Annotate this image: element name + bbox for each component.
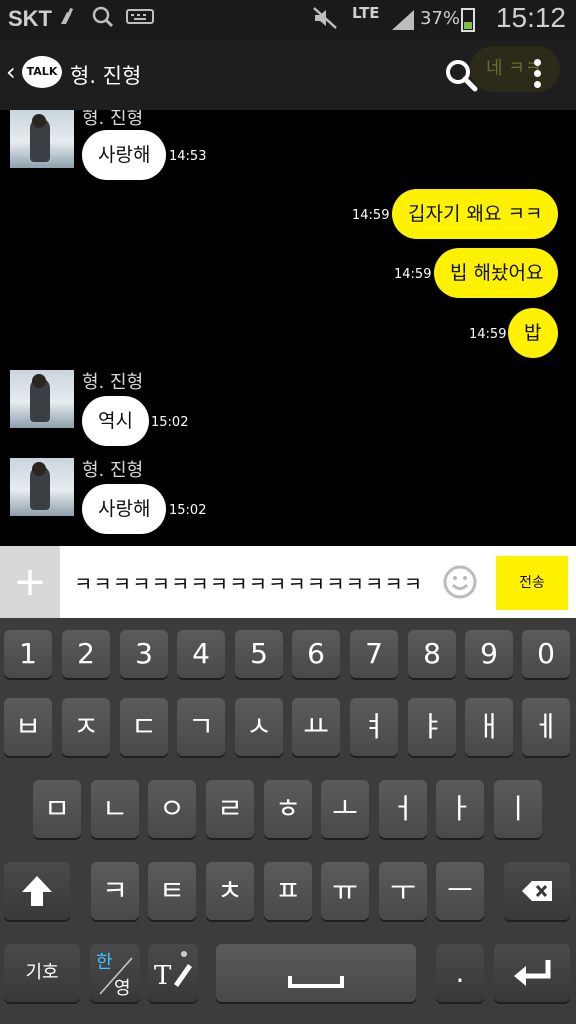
more-vertical-icon[interactable] bbox=[530, 56, 544, 92]
avatar[interactable] bbox=[10, 458, 74, 516]
symbols-key[interactable]: 기호 bbox=[4, 944, 80, 1002]
key-7[interactable]: 7 bbox=[350, 630, 398, 678]
back-arrow-icon[interactable]: ‹ bbox=[6, 58, 16, 86]
chat-title: 형. 진형 bbox=[70, 64, 142, 88]
key-bieup[interactable]: ㅂ bbox=[4, 698, 52, 756]
message-time: 14:59 bbox=[394, 267, 432, 282]
message-time: 15:02 bbox=[151, 415, 189, 430]
key-0[interactable]: 0 bbox=[522, 630, 570, 678]
key-e[interactable]: ㅔ bbox=[522, 698, 570, 756]
key-i[interactable]: ㅣ bbox=[494, 780, 542, 838]
key-4[interactable]: 4 bbox=[177, 630, 225, 678]
message-bubble-in[interactable]: 사랑해 bbox=[82, 484, 167, 534]
soft-keyboard: 1 2 3 4 5 6 7 8 9 0 ㅂ ㅈ ㄷ ㄱ ㅅ ㅛ ㅕ ㅑ ㅐ ㅔ … bbox=[0, 618, 576, 1024]
key-jieut[interactable]: ㅈ bbox=[62, 698, 110, 756]
key-u[interactable]: ㅜ bbox=[379, 862, 427, 920]
key-ya[interactable]: ㅑ bbox=[408, 698, 456, 756]
key-2[interactable]: 2 bbox=[62, 630, 110, 678]
enter-key[interactable] bbox=[494, 944, 570, 1002]
battery-icon bbox=[461, 8, 475, 32]
key-digeut[interactable]: ㄷ bbox=[120, 698, 168, 756]
message-input[interactable]: ㅋㅋㅋㅋㅋㅋㅋㅋㅋㅋㅋㅋㅋㅋㅋㅋㅋㅋ bbox=[74, 568, 423, 597]
key-siot[interactable]: ㅅ bbox=[235, 698, 283, 756]
carrier-label: SKT bbox=[8, 6, 52, 31]
key-eo[interactable]: ㅓ bbox=[379, 780, 427, 838]
message-bubble-in[interactable]: 역시 bbox=[82, 396, 149, 446]
handwriting-key[interactable]: T bbox=[148, 944, 198, 1002]
ghost-bubble: 네 ㅋㅋ bbox=[470, 46, 560, 92]
message-time: 15:02 bbox=[169, 503, 207, 518]
send-button[interactable]: 전송 bbox=[496, 556, 568, 610]
backspace-key[interactable] bbox=[504, 862, 570, 920]
status-bar: SKT LTE 37% 15:12 bbox=[0, 0, 576, 40]
key-chieut[interactable]: ㅊ bbox=[206, 862, 254, 920]
message-time: 14:53 bbox=[169, 149, 207, 164]
kakaotalk-logo[interactable]: TALK bbox=[22, 56, 62, 88]
search-status-icon bbox=[92, 6, 114, 33]
key-yeo[interactable]: ㅕ bbox=[350, 698, 398, 756]
message-bubble-out[interactable]: 밥 bbox=[508, 308, 558, 358]
key-hieut[interactable]: ㅎ bbox=[264, 780, 312, 838]
svg-text:T: T bbox=[154, 961, 172, 991]
key-rieul[interactable]: ㄹ bbox=[206, 780, 254, 838]
message-bubble-out[interactable]: 깁자기 왜요 ㅋㅋ bbox=[392, 189, 558, 239]
emoticon-icon[interactable] bbox=[442, 564, 478, 600]
avatar[interactable] bbox=[10, 370, 74, 428]
clean-icon bbox=[58, 6, 78, 31]
key-1[interactable]: 1 bbox=[4, 630, 52, 678]
key-yo[interactable]: ㅛ bbox=[292, 698, 340, 756]
message-input-bar: + ㅋㅋㅋㅋㅋㅋㅋㅋㅋㅋㅋㅋㅋㅋㅋㅋㅋㅋ 전송 bbox=[0, 546, 576, 618]
chat-header: 네 ㅋㅋ ‹ TALK 형. 진형 bbox=[0, 40, 576, 110]
key-mieum[interactable]: ㅁ bbox=[33, 780, 81, 838]
key-3[interactable]: 3 bbox=[120, 630, 168, 678]
chat-area[interactable]: 형. 진형 사랑해 14:53 14:59 깁자기 왜요 ㅋㅋ 14:59 빕 … bbox=[0, 110, 576, 546]
sender-name: 형. 진형 bbox=[82, 460, 144, 481]
search-icon[interactable] bbox=[444, 58, 478, 92]
key-8[interactable]: 8 bbox=[408, 630, 456, 678]
status-clock: 15:12 bbox=[495, 2, 566, 33]
key-kieuk[interactable]: ㅋ bbox=[91, 862, 139, 920]
key-o[interactable]: ㅗ bbox=[321, 780, 369, 838]
key-a[interactable]: ㅏ bbox=[436, 780, 484, 838]
network-label: LTE bbox=[352, 4, 380, 22]
message-time: 14:59 bbox=[469, 327, 507, 342]
key-yu[interactable]: ㅠ bbox=[321, 862, 369, 920]
key-5[interactable]: 5 bbox=[235, 630, 283, 678]
key-eu[interactable]: ㅡ bbox=[436, 862, 484, 920]
shift-key[interactable] bbox=[4, 862, 70, 920]
key-tieut[interactable]: ㅌ bbox=[148, 862, 196, 920]
sender-name: 형. 진형 bbox=[82, 110, 144, 129]
message-time: 14:59 bbox=[352, 208, 390, 223]
key-nieun[interactable]: ㄴ bbox=[91, 780, 139, 838]
sender-name: 형. 진형 bbox=[82, 372, 144, 393]
avatar[interactable] bbox=[10, 110, 74, 168]
space-key[interactable] bbox=[216, 944, 416, 1002]
key-9[interactable]: 9 bbox=[465, 630, 513, 678]
period-key[interactable]: . bbox=[436, 944, 484, 1002]
message-bubble-in[interactable]: 사랑해 bbox=[82, 130, 167, 180]
key-ae[interactable]: ㅐ bbox=[465, 698, 513, 756]
signal-icon bbox=[390, 8, 416, 36]
battery-percent: 37% bbox=[420, 8, 461, 29]
key-ieung[interactable]: ㅇ bbox=[148, 780, 196, 838]
language-toggle-key[interactable]: 한 영 bbox=[90, 944, 140, 1002]
key-giyeok[interactable]: ㄱ bbox=[177, 698, 225, 756]
key-6[interactable]: 6 bbox=[292, 630, 340, 678]
message-bubble-out[interactable]: 빕 해놨어요 bbox=[434, 248, 558, 298]
keyboard-status-icon bbox=[126, 6, 154, 31]
mute-icon bbox=[312, 6, 338, 35]
key-pieup[interactable]: ㅍ bbox=[264, 862, 312, 920]
attach-plus-button[interactable]: + bbox=[0, 546, 60, 618]
